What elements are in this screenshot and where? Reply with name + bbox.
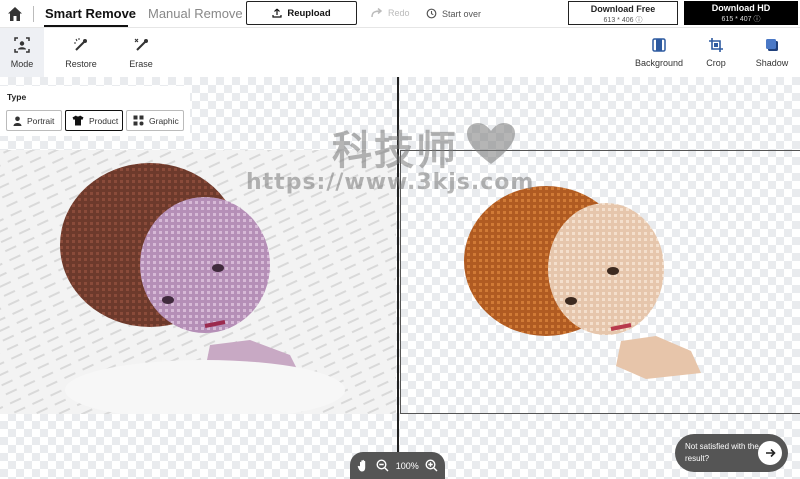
shadow-label: Shadow <box>755 57 789 68</box>
hand-icon[interactable] <box>357 459 370 472</box>
type-product-label: Product <box>89 115 119 126</box>
redo-button[interactable]: Redo <box>371 8 410 18</box>
restore-tool[interactable]: Restore <box>60 28 102 77</box>
reupload-button[interactable]: Reupload <box>246 1 357 25</box>
erase-label: Erase <box>129 58 153 69</box>
restore-label: Restore <box>65 58 97 69</box>
divider <box>33 6 34 22</box>
download-free-button[interactable]: Download Free 613 * 406 ⓘ <box>568 1 678 25</box>
mode-label: Mode <box>10 58 34 69</box>
zoom-in-icon[interactable] <box>425 459 438 472</box>
download-hd-button[interactable]: Download HD 615 * 407 ⓘ <box>684 1 798 25</box>
type-graphic-button[interactable]: Graphic <box>126 110 184 131</box>
reupload-label: Reupload <box>287 7 331 19</box>
redo-icon <box>371 8 383 18</box>
type-graphic-label: Graphic <box>149 115 179 126</box>
heart-icon <box>467 123 515 164</box>
tab-manual-remove[interactable]: Manual Remove <box>148 6 243 21</box>
top-bar: Smart Remove Manual Remove Reupload Redo… <box>0 0 800 28</box>
watermark-title: 科技师 <box>332 129 458 173</box>
active-tab-indicator <box>44 25 128 27</box>
download-hd-title: Download HD <box>711 3 771 13</box>
crop-icon <box>709 37 723 52</box>
zoom-controls: 100% <box>350 452 445 479</box>
zoom-out-icon[interactable] <box>376 459 389 472</box>
background-icon <box>652 37 666 52</box>
download-hd-size: 615 * 407 ⓘ <box>721 16 761 23</box>
type-portrait-button[interactable]: Portrait <box>6 110 62 131</box>
shadow-icon <box>766 38 778 51</box>
tab-smart-remove[interactable]: Smart Remove <box>45 6 136 21</box>
erase-icon <box>134 38 148 51</box>
type-label: Type <box>7 92 27 102</box>
upload-icon <box>272 8 282 18</box>
start-over-button[interactable]: Start over <box>426 8 481 19</box>
history-icon <box>426 8 437 19</box>
watermark-url: https://www.3kjs.com <box>246 170 535 195</box>
home-icon[interactable] <box>6 5 24 23</box>
download-free-size: 613 * 406 ⓘ <box>603 17 643 24</box>
crop-label: Crop <box>706 57 726 68</box>
redo-label: Redo <box>388 8 410 18</box>
shirt-icon <box>72 115 84 126</box>
erase-tool[interactable]: Erase <box>122 28 160 77</box>
background-label: Background <box>634 57 684 68</box>
type-panel: Type Portrait Product Graphic <box>0 86 190 136</box>
restore-icon <box>74 37 87 51</box>
mode-tool[interactable]: Mode <box>0 28 44 77</box>
feedback-bubble[interactable]: Not satisfied with the result? <box>675 434 788 472</box>
zoom-level: 100% <box>395 460 419 471</box>
background-tool[interactable]: Background <box>632 28 686 77</box>
toolbar: Mode Restore Erase Background Crop Shado… <box>0 28 800 77</box>
type-portrait-label: Portrait <box>27 115 55 126</box>
download-free-title: Download Free <box>590 4 656 14</box>
graphic-icon <box>133 115 144 126</box>
person-icon <box>13 116 22 126</box>
type-product-button[interactable]: Product <box>65 110 123 131</box>
feedback-text: Not satisfied with the result? <box>685 442 759 463</box>
mode-icon <box>14 36 30 53</box>
feedback-arrow-button[interactable] <box>758 441 782 465</box>
arrow-right-icon <box>765 448 776 458</box>
crop-tool[interactable]: Crop <box>700 28 732 77</box>
start-over-label: Start over <box>442 8 482 19</box>
shadow-tool[interactable]: Shadow <box>754 28 790 77</box>
